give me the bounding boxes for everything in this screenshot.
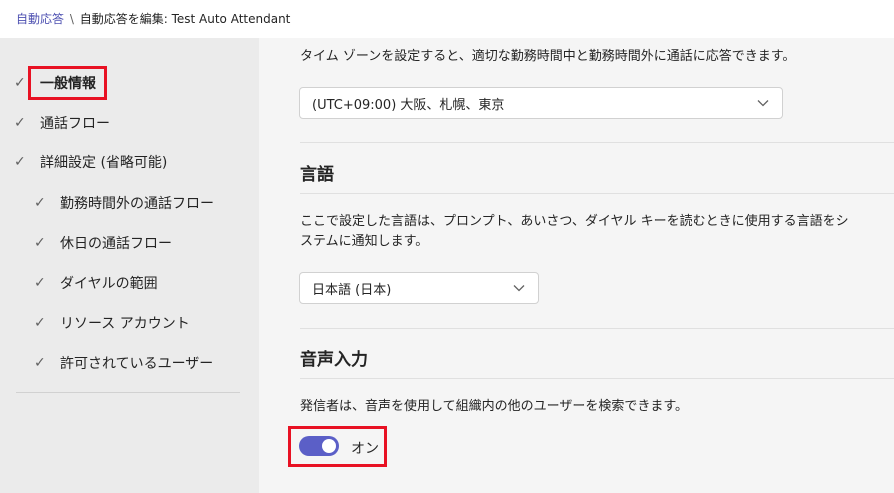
sidebar-item-holidays[interactable]: ✓ 休日の通話フロー <box>34 232 172 254</box>
sidebar-item-resource-accounts[interactable]: ✓ リソース アカウント <box>34 312 190 334</box>
checkmark-icon: ✓ <box>34 275 46 291</box>
language-description-line2: ステムに通知します。 <box>300 234 429 249</box>
breadcrumb: 自動応答 \ 自動応答を編集: Test Auto Attendant <box>0 0 894 38</box>
breadcrumb-root-link[interactable]: 自動応答 <box>16 12 64 26</box>
timezone-description: タイム ゾーンを設定すると、適切な勤務時間中と勤務時間外に通話に応答できます。 <box>300 49 796 64</box>
section-divider <box>300 328 894 329</box>
sidebar-item-authorized-users[interactable]: ✓ 許可されているユーザー <box>34 352 213 374</box>
voice-input-toggle[interactable] <box>299 436 339 456</box>
language-description-line1: ここで設定した言語は、プロンプト、あいさつ、ダイヤル キーを読むときに使用する言… <box>300 214 849 229</box>
section-divider <box>300 193 894 194</box>
checkmark-icon: ✓ <box>34 355 46 371</box>
voice-input-heading: 音声入力 <box>300 350 368 370</box>
checkmark-icon: ✓ <box>14 115 26 131</box>
checkmark-icon: ✓ <box>14 154 26 170</box>
sidebar-item-after-hours[interactable]: ✓ 勤務時間外の通話フロー <box>34 192 214 214</box>
breadcrumb-current: 自動応答を編集: Test Auto Attendant <box>79 12 291 26</box>
sidebar-item-label: 詳細設定 (省略可能) <box>40 155 168 171</box>
sidebar <box>0 38 259 493</box>
checkmark-icon: ✓ <box>34 235 46 251</box>
chevron-down-icon <box>757 100 769 107</box>
sidebar-item-call-flow[interactable]: ✓ 通話フロー <box>14 112 110 134</box>
toggle-knob <box>322 439 336 453</box>
timezone-dropdown[interactable]: (UTC+09:00) 大阪、札幌、東京 <box>299 87 783 119</box>
voice-input-toggle-label: オン <box>351 441 379 457</box>
language-value: 日本語 (日本) <box>312 282 392 298</box>
sidebar-divider <box>16 392 240 393</box>
voice-input-description: 発信者は、音声を使用して組織内の他のユーザーを検索できます。 <box>300 399 689 414</box>
highlight-box-general <box>28 66 107 100</box>
sidebar-item-advanced-settings[interactable]: ✓ 詳細設定 (省略可能) <box>14 151 167 173</box>
sidebar-item-label: 通話フロー <box>40 116 110 132</box>
sidebar-item-label: リソース アカウント <box>60 316 190 332</box>
sidebar-item-label: 休日の通話フロー <box>60 236 172 252</box>
section-divider <box>300 378 894 379</box>
section-divider <box>300 142 894 143</box>
language-heading: 言語 <box>300 165 334 185</box>
timezone-value: (UTC+09:00) 大阪、札幌、東京 <box>312 97 505 113</box>
sidebar-item-label: 勤務時間外の通話フロー <box>60 196 214 212</box>
breadcrumb-separator: \ <box>69 12 74 26</box>
checkmark-icon: ✓ <box>34 315 46 331</box>
sidebar-item-label: ダイヤルの範囲 <box>60 276 158 292</box>
sidebar-item-dial-scope[interactable]: ✓ ダイヤルの範囲 <box>34 272 158 294</box>
language-dropdown[interactable]: 日本語 (日本) <box>299 272 539 304</box>
sidebar-item-label: 許可されているユーザー <box>60 356 214 372</box>
checkmark-icon: ✓ <box>34 195 46 211</box>
chevron-down-icon <box>513 285 525 292</box>
